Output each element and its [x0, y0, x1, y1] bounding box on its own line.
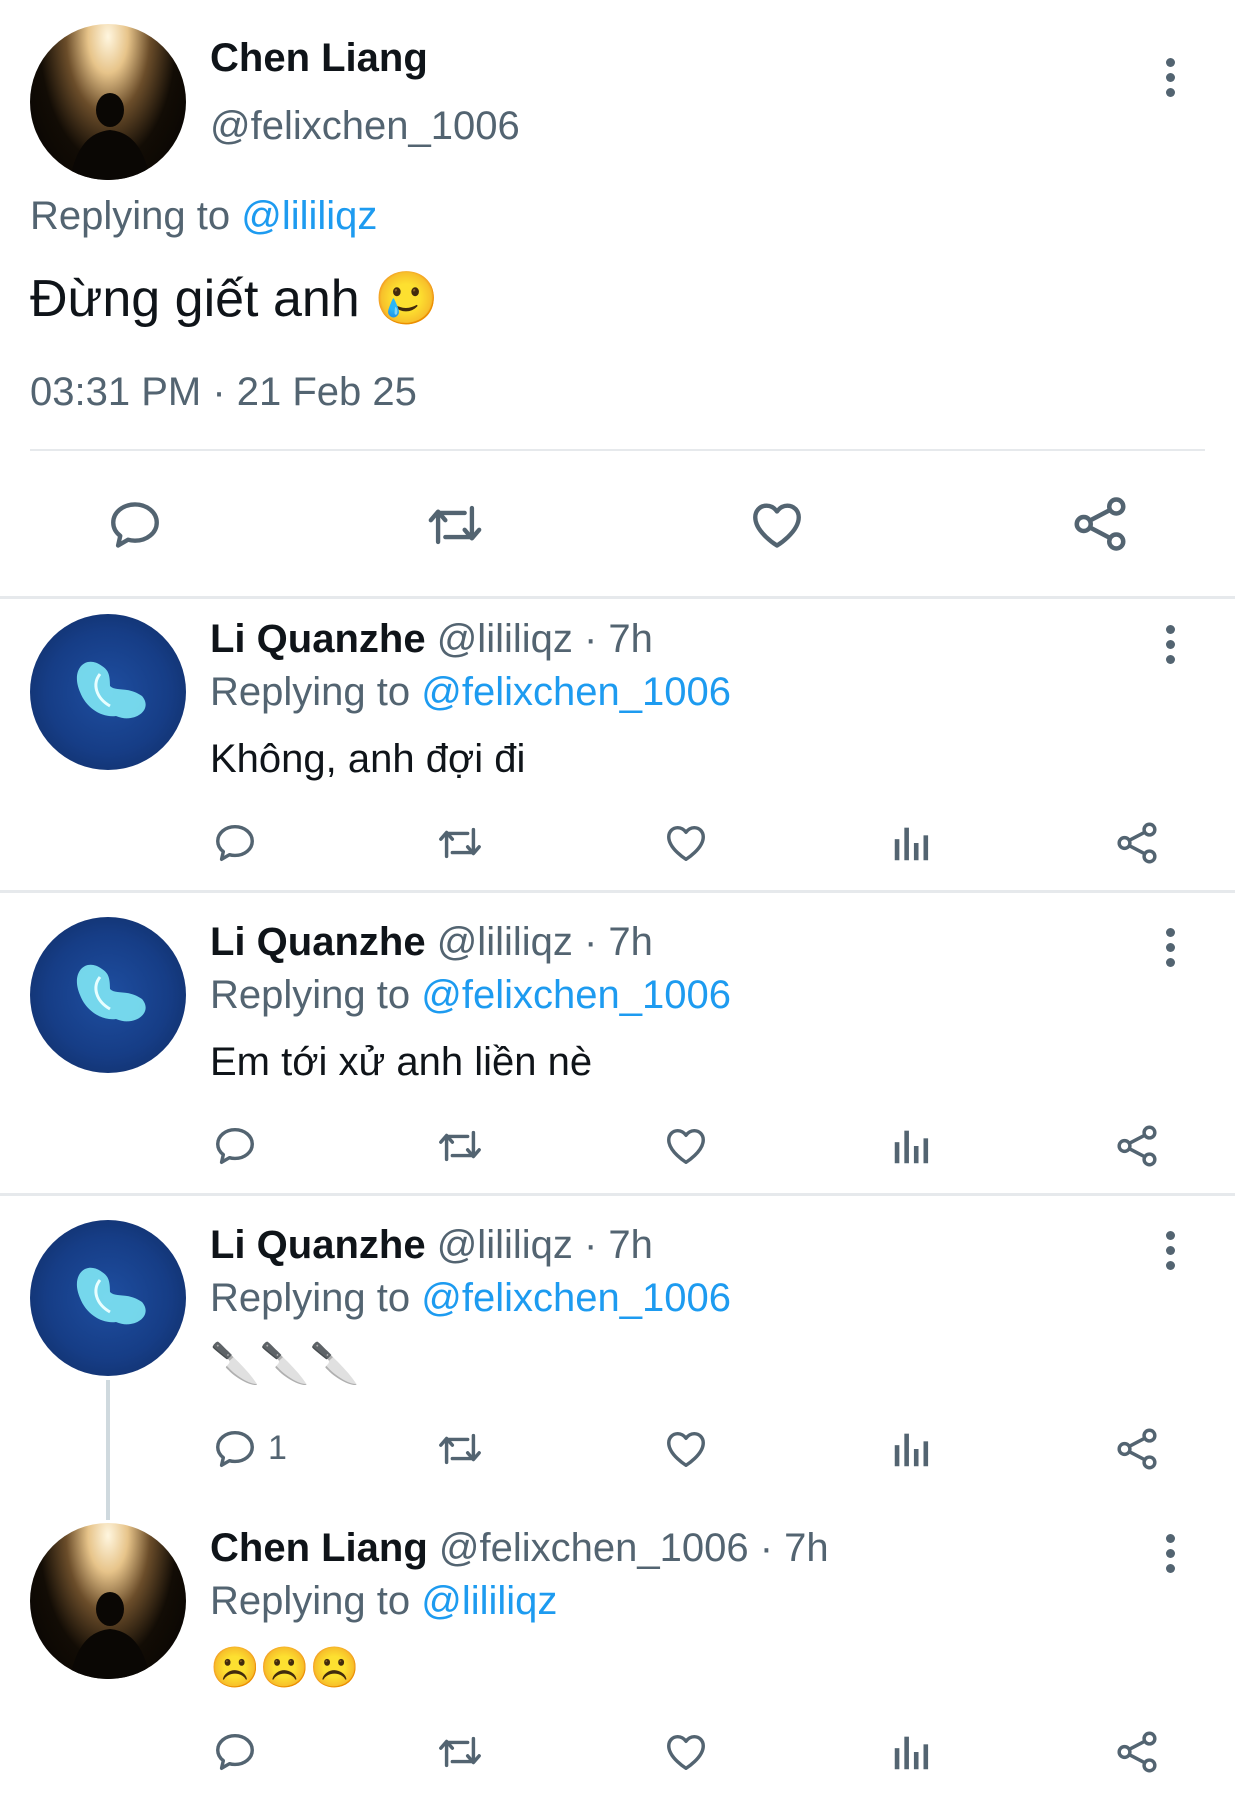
author-name[interactable]: Li Quanzhe — [210, 920, 426, 964]
author-handle[interactable]: @felixchen_1006 — [439, 1526, 749, 1570]
replying-to: Replying to @felixchen_1006 — [210, 1276, 731, 1321]
share-icon[interactable] — [1114, 1729, 1160, 1775]
tweet-text: Đừng giết anh 🥲 — [30, 270, 439, 328]
tweet-text: Không, anh đợi đi — [210, 737, 526, 781]
reply-time[interactable]: · 7h — [584, 920, 653, 964]
heart-icon[interactable] — [663, 820, 709, 866]
speech-bubble-icon[interactable] — [212, 1729, 258, 1775]
author-handle[interactable]: @lililiqz — [437, 920, 573, 964]
tweet-text: Em tới xử anh liền nè — [210, 1040, 593, 1084]
speech-bubble-icon[interactable] — [212, 1123, 258, 1169]
reply-header: Chen Liang @felixchen_1006 · 7h — [210, 1526, 829, 1571]
replying-handle-link[interactable]: @lililiqz — [421, 1579, 557, 1623]
tweet-timestamp[interactable]: 03:31 PM · 21 Feb 25 — [30, 370, 417, 415]
replying-label: Replying to — [210, 670, 422, 714]
avatar[interactable] — [30, 1220, 186, 1376]
speech-bubble-icon[interactable] — [212, 1426, 258, 1472]
replying-handle-link[interactable]: @felixchen_1006 — [421, 1276, 731, 1320]
author-name[interactable]: Chen Liang — [210, 36, 428, 81]
replying-label: Replying to — [210, 1276, 422, 1320]
avatar[interactable] — [30, 1523, 186, 1679]
bar-chart-icon[interactable] — [889, 1123, 935, 1169]
replying-to: Replying to @felixchen_1006 — [210, 973, 731, 1018]
divider — [0, 1193, 1235, 1196]
divider — [30, 449, 1205, 451]
avatar[interactable] — [30, 24, 186, 180]
tweet-text: 🔪🔪🔪 — [210, 1342, 360, 1386]
tweet-text: ☹️☹️☹️ — [210, 1646, 360, 1690]
share-icon[interactable] — [1114, 1426, 1160, 1472]
author-handle[interactable]: @lililiqz — [437, 617, 573, 661]
retweet-icon[interactable] — [434, 1729, 486, 1775]
retweet-icon[interactable] — [434, 820, 486, 866]
speech-bubble-icon[interactable] — [106, 496, 164, 554]
author-name[interactable]: Li Quanzhe — [210, 617, 426, 661]
author-name[interactable]: Li Quanzhe — [210, 1223, 426, 1267]
retweet-icon[interactable] — [434, 1426, 486, 1472]
reply-time[interactable]: · 7h — [760, 1526, 829, 1570]
more-vertical-icon[interactable] — [1166, 1534, 1176, 1574]
replying-to: Replying to @felixchen_1006 — [210, 670, 731, 715]
share-icon[interactable] — [1114, 820, 1160, 866]
reply-header: Li Quanzhe @lililiqz · 7h — [210, 617, 653, 662]
replying-label: Replying to — [210, 973, 422, 1017]
reply-header: Li Quanzhe @lililiqz · 7h — [210, 1223, 653, 1268]
replying-handle-link[interactable]: @felixchen_1006 — [421, 973, 731, 1017]
more-vertical-icon[interactable] — [1166, 1231, 1176, 1271]
share-icon[interactable] — [1114, 1123, 1160, 1169]
replying-handle-link[interactable]: @lililiqz — [241, 194, 377, 238]
avatar[interactable] — [30, 614, 186, 770]
divider — [0, 890, 1235, 893]
retweet-icon[interactable] — [434, 1123, 486, 1169]
heart-icon[interactable] — [663, 1426, 709, 1472]
replying-to: Replying to @lililiqz — [30, 194, 377, 239]
heart-icon[interactable] — [663, 1729, 709, 1775]
author-name[interactable]: Chen Liang — [210, 1526, 428, 1570]
replying-handle-link[interactable]: @felixchen_1006 — [421, 670, 731, 714]
bar-chart-icon[interactable] — [889, 1729, 935, 1775]
author-handle[interactable]: @lililiqz — [437, 1223, 573, 1267]
more-vertical-icon[interactable] — [1166, 625, 1176, 665]
author-handle[interactable]: @felixchen_1006 — [210, 104, 520, 149]
more-vertical-icon[interactable] — [1166, 58, 1176, 98]
thread-line — [106, 1380, 110, 1520]
divider — [0, 596, 1235, 599]
reply-time[interactable]: · 7h — [584, 617, 653, 661]
speech-bubble-icon[interactable] — [212, 820, 258, 866]
share-icon[interactable] — [1070, 494, 1130, 554]
reply-header: Li Quanzhe @lililiqz · 7h — [210, 920, 653, 965]
reply-count: 1 — [268, 1429, 287, 1467]
replying-to: Replying to @lililiqz — [210, 1579, 557, 1624]
retweet-icon[interactable] — [423, 496, 487, 554]
bar-chart-icon[interactable] — [889, 820, 935, 866]
heart-icon[interactable] — [748, 496, 806, 554]
replying-label: Replying to — [210, 1579, 422, 1623]
avatar[interactable] — [30, 917, 186, 1073]
reply-time[interactable]: · 7h — [584, 1223, 653, 1267]
replying-label: Replying to — [30, 194, 242, 238]
heart-icon[interactable] — [663, 1123, 709, 1169]
bar-chart-icon[interactable] — [889, 1426, 935, 1472]
more-vertical-icon[interactable] — [1166, 928, 1176, 968]
